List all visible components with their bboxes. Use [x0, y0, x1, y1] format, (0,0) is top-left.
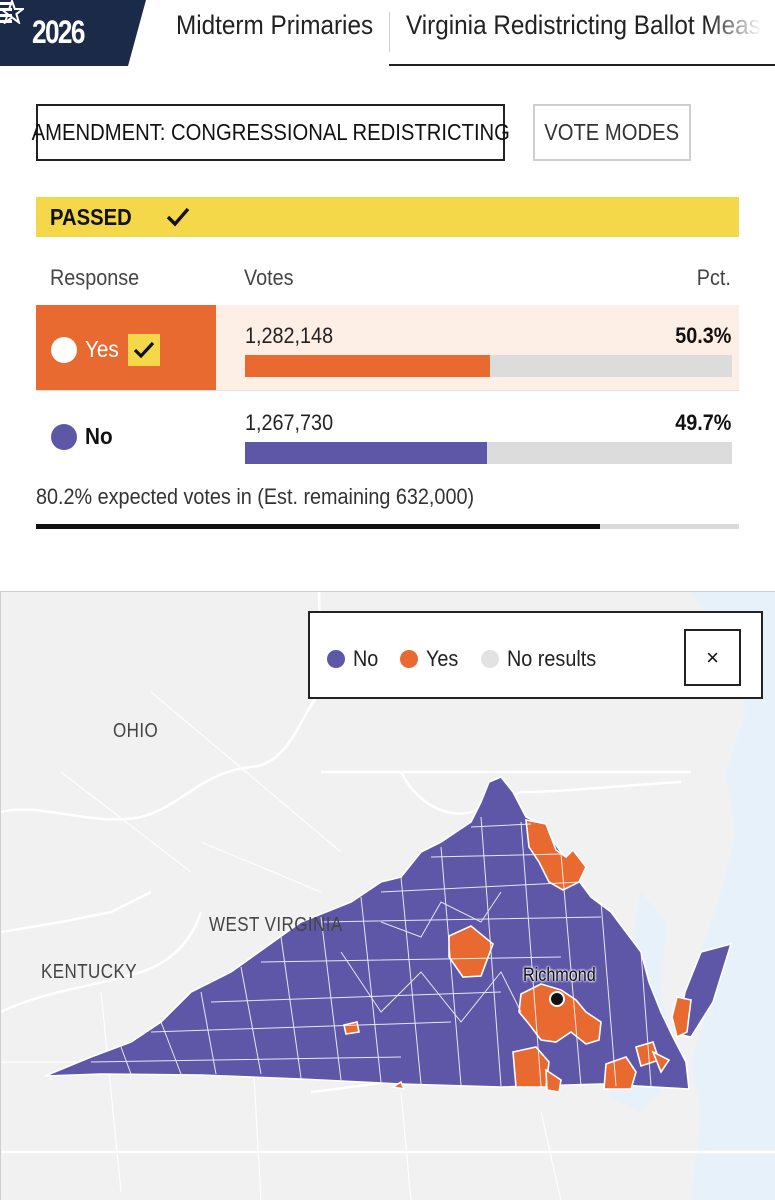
top-navigation: 2026 Midterm Primaries Virginia Redistri… — [0, 0, 775, 66]
tab-fade — [707, 10, 762, 56]
city-marker-richmond — [549, 991, 565, 1007]
column-header-votes: Votes — [244, 265, 294, 290]
row-divider — [36, 390, 739, 391]
race-status-banner: PASSED — [36, 197, 739, 237]
votes-no: 1,267,730 — [245, 410, 334, 435]
column-header-pct: Pct. — [696, 265, 731, 290]
response-label-no: No — [85, 423, 113, 449]
logo-year: 2026 — [32, 14, 85, 50]
legend-label-no: No — [353, 646, 379, 671]
vote-bar-track-no — [245, 442, 732, 464]
tab-divider — [389, 12, 390, 52]
race-selector-button[interactable]: AMENDMENT: CONGRESSIONAL REDISTRICTING — [31, 104, 510, 161]
legend-dot-no-results — [481, 650, 499, 668]
column-header-response: Response — [50, 265, 140, 290]
checkmark-icon — [166, 207, 190, 227]
state-label-west-virginia: WEST VIRGINIA — [209, 914, 343, 936]
legend-close-button[interactable]: × — [684, 629, 741, 686]
map-legend: No Yes No results × — [308, 611, 763, 699]
vote-bar-yes — [245, 355, 490, 377]
legend-dot-no — [327, 650, 345, 668]
yes-marker-dot — [51, 337, 77, 363]
response-cell-no: No — [36, 392, 216, 478]
pct-yes: 50.3% — [674, 323, 731, 348]
vote-bar-no — [245, 442, 488, 464]
legend-dot-yes — [400, 650, 418, 668]
result-row-yes: Yes 1,282,148 50.3% — [36, 305, 739, 391]
no-marker-dot — [51, 424, 77, 450]
pct-no: 49.7% — [674, 410, 731, 435]
winner-check-icon — [128, 334, 160, 366]
tab-virginia-redistricting[interactable]: Virginia Redistricting Ballot Meas — [406, 10, 762, 56]
logo-stripes-icon — [0, 2, 12, 23]
vote-modes-button[interactable]: VOTE MODES — [533, 104, 691, 161]
city-label-richmond: Richmond — [523, 965, 596, 986]
state-label-kentucky: KENTUCKY — [41, 961, 137, 983]
reporting-progress-fill — [36, 524, 600, 529]
race-status-label: PASSED — [50, 203, 132, 230]
close-icon: × — [706, 644, 719, 670]
vote-modes-label: VOTE MODES — [544, 119, 680, 145]
result-row-no: No 1,267,730 49.7% — [36, 392, 739, 478]
election-2026-logo[interactable]: 2026 — [0, 0, 146, 66]
expected-votes-text: 80.2% expected votes in (Est. remaining … — [36, 484, 475, 509]
county-results-map[interactable]: OHIO WEST VIRGINIA KENTUCKY Richmond No … — [0, 591, 775, 1200]
response-label-yes: Yes — [85, 336, 119, 362]
tab-midterm-primaries[interactable]: Midterm Primaries — [176, 10, 373, 56]
legend-item-yes: Yes — [400, 646, 462, 672]
legend-item-no: No — [327, 646, 381, 672]
legend-label-yes: Yes — [426, 646, 459, 671]
state-label-ohio: OHIO — [113, 720, 159, 742]
legend-label-no-results: No results — [507, 646, 597, 671]
active-tab-indicator — [389, 64, 775, 66]
reporting-progress-track — [36, 524, 739, 529]
vote-bar-track-yes — [245, 355, 732, 377]
response-cell-yes: Yes — [36, 305, 216, 391]
race-selector-label: AMENDMENT: CONGRESSIONAL REDISTRICTING — [31, 119, 510, 145]
votes-yes: 1,282,148 — [245, 323, 334, 348]
legend-item-no-results: No results — [481, 646, 606, 672]
